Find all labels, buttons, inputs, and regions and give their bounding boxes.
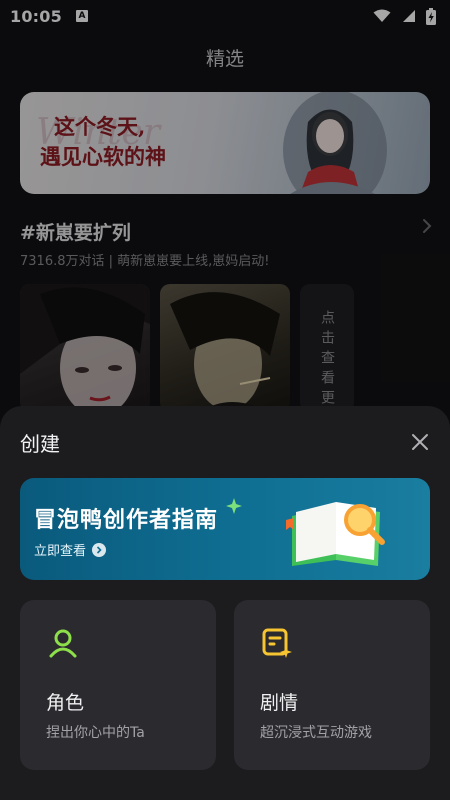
book-magnifier-icon bbox=[286, 502, 385, 566]
guide-link-label: 立即查看 bbox=[34, 544, 87, 559]
create-story-card[interactable]: 剧情 超沉浸式互动游戏 bbox=[234, 600, 430, 770]
option-title: 剧情 bbox=[260, 692, 299, 714]
guide-view-now-link[interactable]: 立即查看 bbox=[34, 540, 107, 559]
create-character-card[interactable]: 角色 捏出你心中的Ta bbox=[20, 600, 216, 770]
sparkle-icon bbox=[226, 498, 242, 514]
guide-title: 冒泡鸭创作者指南 bbox=[34, 508, 219, 533]
option-title: 角色 bbox=[46, 692, 85, 714]
create-bottom-sheet: 创建 冒泡鸭创作者指南 立即查看 角色 捏出你心中的Ta 剧情 超沉浸式互动游戏 bbox=[0, 406, 450, 800]
creator-guide-banner[interactable]: 冒泡鸭创作者指南 立即查看 bbox=[20, 478, 430, 580]
chevron-right-circle-icon bbox=[92, 542, 107, 557]
option-description: 超沉浸式互动游戏 bbox=[260, 725, 372, 741]
option-description: 捏出你心中的Ta bbox=[46, 725, 145, 741]
close-button[interactable] bbox=[404, 426, 436, 458]
close-icon bbox=[412, 434, 428, 450]
sheet-title: 创建 bbox=[20, 432, 60, 456]
person-icon bbox=[49, 629, 77, 658]
story-icon bbox=[262, 628, 292, 658]
